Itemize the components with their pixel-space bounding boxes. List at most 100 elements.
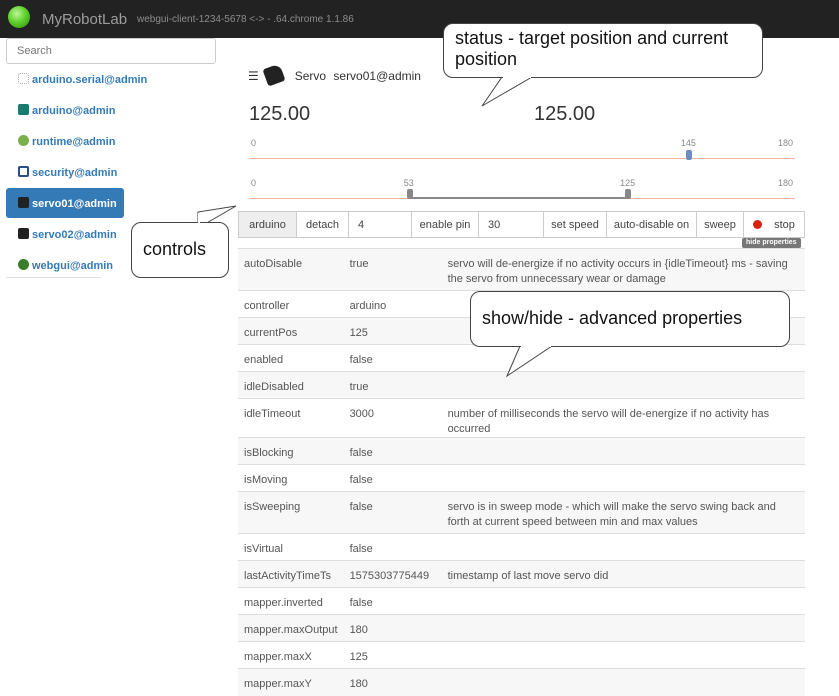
arduino-icon	[18, 104, 29, 115]
service-type: Servo	[294, 69, 327, 83]
property-name: mapper.maxX	[238, 641, 344, 669]
property-name: currentPos	[238, 317, 344, 345]
property-description	[441, 371, 805, 399]
sidebar-item-label: webgui@admin	[32, 260, 114, 272]
property-value: false	[343, 464, 442, 492]
sidebar-item-label: servo01@admin	[32, 198, 117, 210]
webgui-icon	[18, 259, 29, 270]
property-value: false	[343, 533, 442, 561]
property-value: false	[343, 344, 442, 372]
property-description: timestamp of last move servo did	[441, 560, 805, 588]
hide-properties-button[interactable]: hide properties	[742, 238, 801, 248]
property-row: mapper.maxOutput 180	[238, 614, 805, 642]
servo-icon	[262, 63, 286, 87]
property-row: idleDisabled true	[238, 371, 805, 399]
sidebar-item-label: arduino@admin	[32, 105, 116, 117]
callout-status: status - target position and current pos…	[443, 23, 763, 78]
property-row: mapper.maxX 125	[238, 641, 805, 669]
property-name: mapper.inverted	[238, 587, 344, 615]
sidebar-item-webgui[interactable]: webgui@admin	[6, 250, 124, 280]
property-row: lastActivityTimeTs 1575303775449 timestamp…	[238, 560, 805, 588]
callout-showhide: show/hide - advanced properties	[470, 291, 790, 347]
property-description	[441, 464, 805, 492]
slider-handle[interactable]	[685, 150, 692, 160]
sidebar-divider	[6, 277, 101, 278]
brand-title[interactable]: MyRobotLab	[42, 11, 127, 28]
property-description	[441, 344, 805, 372]
sidebar-item-label: runtime@admin	[32, 136, 116, 148]
range-high-handle[interactable]	[625, 189, 632, 199]
serial-icon	[18, 73, 29, 84]
service-name: servo01@admin	[333, 69, 421, 83]
property-description: servo will de-energize if no activity oc…	[441, 248, 805, 291]
property-value: true	[343, 248, 442, 291]
property-value: arduino	[343, 290, 442, 318]
property-description	[441, 533, 805, 561]
speed-input[interactable]: 30	[478, 211, 544, 238]
property-name: isVirtual	[238, 533, 344, 561]
controller-select[interactable]: arduino	[238, 211, 297, 238]
property-value: 1575303775449	[343, 560, 442, 588]
enable-pin-button[interactable]: enable pin	[411, 211, 479, 238]
property-description	[441, 437, 805, 465]
property-value: 125	[343, 641, 442, 669]
property-name: mapper.maxY	[238, 668, 344, 696]
sidebar-item-arduino[interactable]: arduino@admin	[6, 95, 124, 125]
property-row: isBlocking false	[238, 437, 805, 465]
pin-input[interactable]: 4	[348, 211, 412, 238]
sidebar-item-label: security@admin	[32, 167, 118, 179]
controls-bar: arduino detach 4 enable pin 30 set speed…	[238, 211, 805, 238]
sidebar-item-arduino-serial[interactable]: arduino.serial@admin	[6, 64, 147, 94]
stop-icon	[753, 220, 763, 229]
current-position: 125.00	[534, 103, 596, 125]
slider-min-label: 0	[251, 138, 257, 148]
property-value: false	[343, 491, 442, 534]
property-value: 3000	[343, 398, 442, 438]
sweep-button[interactable]: sweep	[696, 211, 744, 238]
property-description	[441, 641, 805, 669]
stop-button[interactable]: stop	[743, 211, 805, 238]
stop-label: stop	[774, 218, 795, 231]
property-name: isBlocking	[238, 437, 344, 465]
sidebar-item-security[interactable]: security@admin	[6, 157, 124, 187]
property-row: idleTimeout 3000 number of milliseconds th…	[238, 398, 805, 438]
property-description	[441, 614, 805, 642]
property-name: idleTimeout	[238, 398, 344, 438]
target-position: 125.00	[249, 103, 311, 125]
range-slider[interactable]: 0 53 125 180	[249, 178, 795, 202]
sidebar-item-label: servo02@admin	[32, 229, 117, 241]
client-info: webgui-client-1234-5678 <-> - .64.chrome…	[137, 14, 354, 25]
sidebar-item-servo02[interactable]: servo02@admin	[6, 219, 124, 249]
callout-controls: controls	[131, 222, 229, 278]
property-row: mapper.inverted false	[238, 587, 805, 615]
property-row: isVirtual false	[238, 533, 805, 561]
property-name: lastActivityTimeTs	[238, 560, 344, 588]
property-description: servo is in sweep mode - which will make…	[441, 491, 805, 534]
sidebar-item-runtime[interactable]: runtime@admin	[6, 126, 124, 156]
set-speed-button[interactable]: set speed	[543, 211, 607, 238]
search-input[interactable]	[6, 38, 216, 64]
auto-disable-toggle[interactable]: auto-disable on	[606, 211, 697, 238]
range-high-label: 125	[620, 178, 636, 188]
runtime-icon	[18, 135, 29, 146]
sidebar: arduino.serial@admin arduino@admin runti…	[6, 64, 147, 281]
slider-max-label: 180	[777, 138, 793, 148]
range-low-handle[interactable]	[406, 189, 413, 199]
logo-icon	[8, 6, 30, 28]
position-slider[interactable]: 0 145 180	[249, 138, 795, 162]
property-value: false	[343, 587, 442, 615]
property-name: enabled	[238, 344, 344, 372]
servo-icon	[18, 197, 29, 208]
range-low-label: 53	[403, 178, 414, 188]
property-name: idleDisabled	[238, 371, 344, 399]
property-description: number of milliseconds the servo will de…	[441, 398, 805, 438]
sidebar-item-servo01[interactable]: servo01@admin	[6, 188, 124, 218]
list-icon[interactable]: ☰	[248, 69, 260, 83]
property-row: mapper.maxY 180	[238, 668, 805, 696]
property-value: false	[343, 437, 442, 465]
panel-header: ☰ Servo servo01@admin	[248, 63, 421, 87]
property-name: autoDisable	[238, 248, 344, 291]
property-row: isMoving false	[238, 464, 805, 492]
slider-value-label: 145	[680, 138, 696, 148]
detach-button[interactable]: detach	[296, 211, 349, 238]
